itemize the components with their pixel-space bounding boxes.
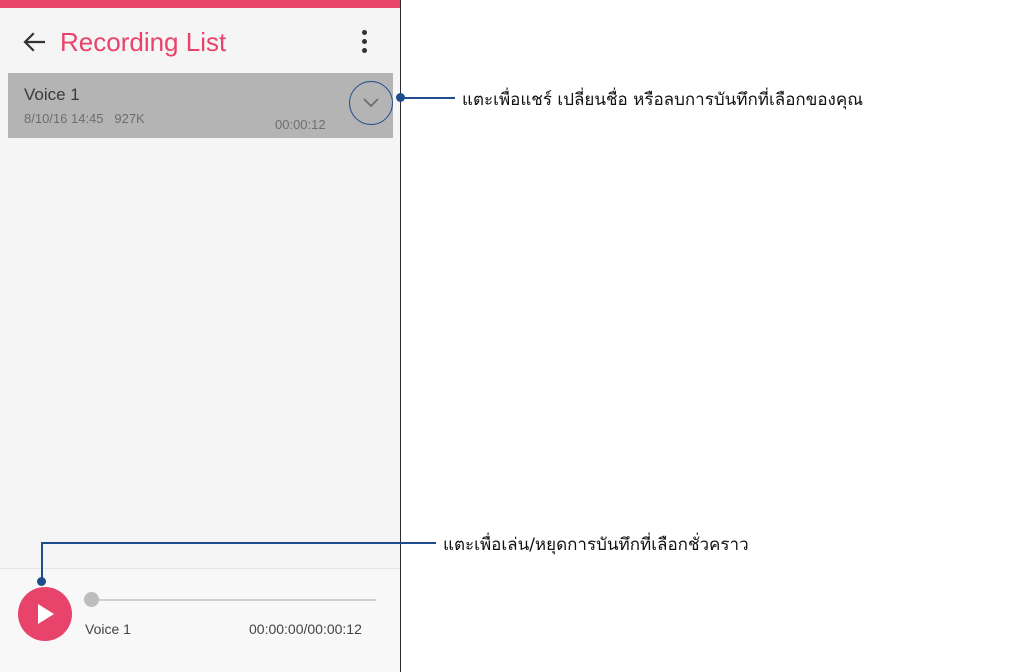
player-bar: Voice 1 00:00:00/00:00:12 bbox=[0, 568, 400, 672]
play-icon bbox=[38, 604, 54, 624]
player-time: 00:00:00/00:00:12 bbox=[249, 621, 362, 637]
overflow-menu-button[interactable] bbox=[352, 24, 376, 58]
seek-thumb[interactable] bbox=[84, 592, 99, 607]
recording-name: Voice 1 bbox=[24, 85, 80, 104]
phone-screen: Recording List Voice 1 8/10/16 14:45 927… bbox=[0, 0, 401, 672]
callout-play-pause: แตะเพื่อเล่น/หยุดการบันทึกที่เลือกชั่วคร… bbox=[443, 535, 749, 555]
status-bar bbox=[0, 0, 400, 8]
back-button[interactable] bbox=[20, 28, 48, 56]
callout-line-expand bbox=[400, 97, 455, 99]
seek-bar[interactable] bbox=[92, 599, 376, 601]
callout-expand-options: แตะเพื่อแชร์ เปลี่ยนชื่อ หรือลบการบันทึก… bbox=[462, 90, 863, 110]
play-pause-button[interactable] bbox=[18, 587, 72, 641]
chevron-down-icon bbox=[363, 98, 379, 108]
recording-duration: 00:00:12 bbox=[275, 117, 326, 132]
recording-list-item[interactable]: Voice 1 8/10/16 14:45 927K 00:00:12 bbox=[8, 73, 393, 138]
more-vert-icon bbox=[361, 29, 367, 35]
callout-line-play-vertical bbox=[41, 542, 43, 582]
callout-line-play-horizontal bbox=[41, 542, 436, 544]
page-canvas: Recording List Voice 1 8/10/16 14:45 927… bbox=[0, 0, 1027, 672]
recording-meta: 8/10/16 14:45 927K bbox=[24, 111, 145, 126]
app-bar: Recording List bbox=[0, 8, 400, 74]
expand-options-button[interactable] bbox=[349, 81, 393, 125]
arrow-back-icon bbox=[23, 32, 45, 52]
player-track-name: Voice 1 bbox=[85, 621, 131, 637]
page-title: Recording List bbox=[60, 27, 227, 57]
